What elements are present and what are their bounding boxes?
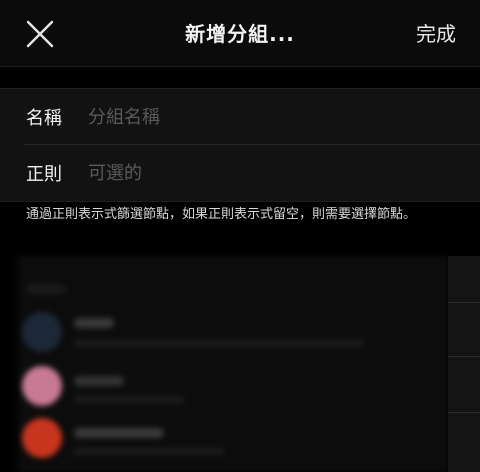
regex-label: 正則: [26, 164, 62, 185]
done-button[interactable]: 完成: [416, 18, 456, 47]
blurred-text: [74, 428, 164, 438]
list-item: [18, 418, 448, 472]
blurred-text: [74, 396, 184, 403]
name-label: 名稱: [26, 108, 62, 129]
help-text: 通過正則表示式篩選節點，如果正則表示式留空，則需要選擇節點。: [26, 207, 417, 222]
blurred-text: [74, 318, 114, 328]
list-item: [18, 306, 448, 360]
blurred-text: [74, 340, 364, 347]
regex-row: 正則: [0, 145, 480, 201]
group-name-input[interactable]: [86, 96, 480, 138]
group-form: 名稱 正則: [0, 88, 480, 202]
page-title: 新增分組...: [185, 22, 295, 46]
section-spacer: [0, 67, 480, 87]
divider: [448, 412, 480, 413]
regex-input[interactable]: [86, 152, 480, 194]
divider: [448, 356, 480, 357]
navigation-bar: 新增分組... 完成: [0, 0, 480, 67]
blurred-text: [74, 448, 224, 455]
avatar: [22, 418, 62, 458]
blurred-text: [26, 284, 66, 294]
blurred-text: [74, 376, 124, 386]
avatar: [22, 312, 62, 352]
avatar: [22, 366, 62, 406]
name-row: 名稱: [0, 89, 480, 145]
list-item: [18, 362, 448, 416]
list-item: [18, 256, 448, 310]
divider: [448, 302, 480, 303]
blurred-node-list: [18, 256, 448, 472]
blurred-side-panel: [448, 256, 480, 472]
